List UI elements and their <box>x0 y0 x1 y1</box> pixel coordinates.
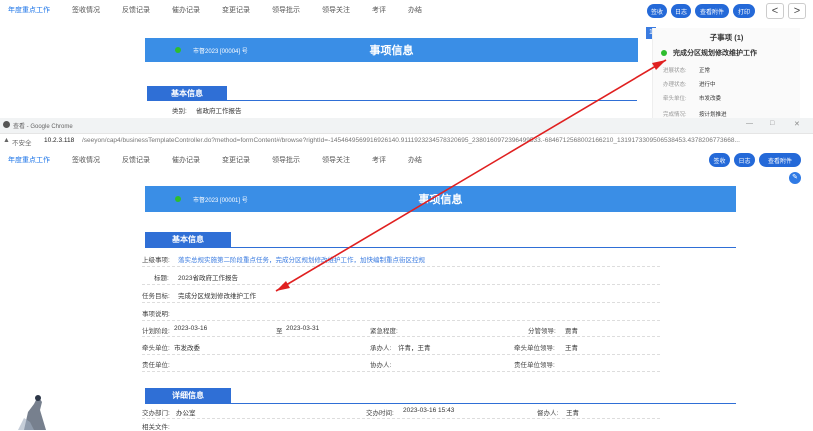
annotation-arrow <box>275 59 667 292</box>
